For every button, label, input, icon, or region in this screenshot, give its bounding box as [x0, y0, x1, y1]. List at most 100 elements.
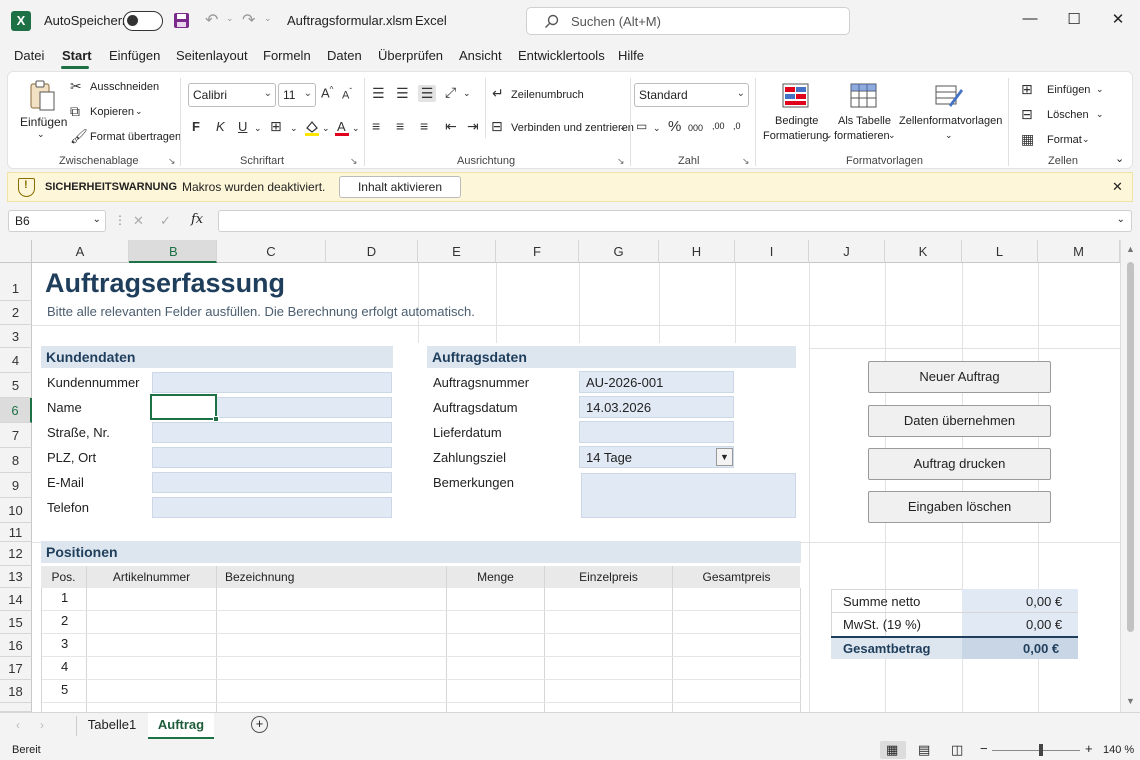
enable-content-button[interactable]: Inhalt aktivieren [339, 176, 461, 198]
cell-styles-dropdown-icon[interactable]: ⌄ [945, 130, 953, 141]
font-name-select[interactable]: Calibri ⌄ [188, 83, 276, 107]
input-email[interactable] [152, 472, 392, 493]
row-header-2[interactable]: 2 [0, 301, 32, 325]
align-center-icon[interactable]: ≡ [396, 118, 404, 134]
confirm-entry-icon[interactable]: ✓ [160, 213, 171, 229]
scrollbar-thumb[interactable] [1127, 262, 1134, 632]
merge-center-label[interactable]: Verbinden und zentrieren [511, 122, 634, 134]
maximize-icon[interactable]: ☐ [1062, 10, 1086, 30]
copy-label[interactable]: Kopieren [90, 106, 134, 118]
new-order-button[interactable]: Neuer Auftrag [868, 361, 1051, 393]
zoom-out-icon[interactable]: − [980, 741, 988, 756]
input-telefon[interactable] [152, 497, 392, 518]
name-box[interactable]: B6 ⌄ [8, 210, 106, 232]
row-header-16[interactable]: 16 [0, 634, 32, 657]
format-cells-dropdown-icon[interactable]: ⌄ [1082, 134, 1090, 145]
column-header-g[interactable]: G [579, 240, 659, 263]
apply-data-button[interactable]: Daten übernehmen [868, 405, 1051, 437]
decrease-decimal-button[interactable]: ,0 [733, 121, 741, 131]
scroll-up-icon[interactable]: ▲ [1126, 244, 1135, 254]
collapse-ribbon-icon[interactable]: ⌄ [1115, 152, 1124, 165]
tab-hilfe[interactable]: Hilfe [618, 48, 644, 63]
expand-formula-icon[interactable]: ⌄ [1117, 214, 1125, 225]
delete-cells-icon[interactable]: ⊟ [1021, 106, 1033, 123]
insert-cells-label[interactable]: Einfügen [1047, 84, 1090, 96]
formula-input[interactable]: ⌄ [218, 210, 1132, 232]
format-painter-icon[interactable]: 🖌 [70, 128, 88, 145]
row-header-9[interactable]: 9 [0, 473, 32, 498]
row-header-8[interactable]: 8 [0, 448, 32, 473]
merge-dropdown-icon[interactable]: ⌄ [619, 122, 627, 133]
column-header-h[interactable]: H [659, 240, 735, 263]
column-header-j[interactable]: J [809, 240, 885, 263]
fill-color-icon[interactable] [304, 119, 320, 137]
select-zahlungsziel[interactable]: 14 Tage ▼ [579, 446, 734, 468]
tab-ansicht[interactable]: Ansicht [459, 48, 502, 63]
column-header-k[interactable]: K [885, 240, 962, 263]
alignment-launcher-icon[interactable]: ↘ [617, 156, 625, 167]
increase-indent-icon[interactable]: ⇥ [467, 118, 479, 135]
orientation-dropdown-icon[interactable]: ⌄ [463, 88, 471, 99]
thousands-button[interactable]: 000 [688, 123, 703, 133]
row-header-11[interactable]: 11 [0, 523, 32, 542]
row-header-3[interactable]: 3 [0, 325, 32, 348]
zoom-slider-track[interactable] [992, 750, 1080, 751]
row-header-4[interactable]: 4 [0, 348, 32, 373]
tab-daten[interactable]: Daten [327, 48, 362, 63]
insert-cells-dropdown-icon[interactable]: ⌄ [1096, 84, 1104, 95]
scroll-down-icon[interactable]: ▼ [1126, 696, 1135, 706]
format-as-table-label-2[interactable]: formatieren [834, 130, 890, 142]
fill-handle[interactable] [213, 416, 219, 422]
tab-entwicklertools[interactable]: Entwicklertools [518, 48, 605, 63]
tab-datei[interactable]: Datei [14, 48, 44, 63]
number-launcher-icon[interactable]: ↘ [742, 156, 750, 167]
row-header-6[interactable]: 6 [0, 398, 32, 423]
row-header-1[interactable]: 1 [0, 263, 32, 301]
number-format-select[interactable]: Standard ⌄ [634, 83, 749, 107]
zoom-slider-thumb[interactable] [1039, 744, 1043, 756]
format-cells-icon[interactable]: ▦ [1021, 131, 1034, 148]
underline-button[interactable]: U [238, 119, 247, 134]
tab-formeln[interactable]: Formeln [263, 48, 311, 63]
conditional-formatting-icon[interactable] [782, 83, 810, 109]
delete-cells-label[interactable]: Löschen [1047, 109, 1089, 121]
underline-dropdown-icon[interactable]: ⌄ [254, 123, 262, 134]
tab-start[interactable]: Start [62, 48, 92, 63]
clear-inputs-button[interactable]: Eingaben löschen [868, 491, 1051, 523]
row-header-15[interactable]: 15 [0, 611, 32, 634]
copy-icon[interactable]: ⧉ [70, 103, 80, 120]
more-options-icon[interactable]: ⋮ [114, 213, 126, 227]
cut-label[interactable]: Ausschneiden [90, 81, 159, 93]
sheet-tab-tabelle1[interactable]: Tabelle1 [80, 713, 144, 739]
align-middle-icon[interactable]: ☰ [396, 85, 409, 102]
font-size-select[interactable]: 11 ⌄ [278, 83, 316, 107]
print-order-button[interactable]: Auftrag drucken [868, 448, 1051, 480]
next-sheet-icon[interactable]: › [40, 718, 44, 732]
vertical-scrollbar[interactable]: ▲ ▼ [1120, 240, 1140, 712]
row-header-18[interactable]: 18 [0, 680, 32, 703]
column-header-e[interactable]: E [418, 240, 496, 263]
copy-dropdown-icon[interactable]: ⌄ [135, 106, 143, 117]
align-right-icon[interactable]: ≡ [420, 118, 428, 134]
autosave-toggle[interactable] [123, 11, 163, 31]
close-window-icon[interactable]: ✕ [1106, 10, 1130, 30]
align-top-icon[interactable]: ☰ [372, 85, 385, 102]
insert-cells-icon[interactable]: ⊞ [1021, 81, 1033, 98]
wrap-text-label[interactable]: Zeilenumbruch [511, 89, 584, 101]
fill-color-dropdown-icon[interactable]: ⌄ [322, 123, 330, 134]
save-icon[interactable] [173, 12, 190, 29]
paste-dropdown-icon[interactable]: ⌄ [37, 129, 45, 140]
tab-einfuegen[interactable]: Einfügen [109, 48, 160, 63]
column-header-c[interactable]: C [217, 240, 326, 263]
paste-label[interactable]: Einfügen [20, 115, 67, 129]
conditional-dropdown-icon[interactable]: ⌄ [825, 130, 833, 141]
format-table-dropdown-icon[interactable]: ⌄ [888, 130, 896, 141]
cell-styles-icon[interactable] [935, 83, 963, 109]
font-color-dropdown-icon[interactable]: ⌄ [352, 123, 360, 134]
cell-styles-label[interactable]: Zellenformatvorlagen [899, 115, 1002, 127]
tab-ueberpruefen[interactable]: Überprüfen [378, 48, 443, 63]
zoom-in-icon[interactable]: + [1085, 741, 1093, 756]
close-warning-icon[interactable]: ✕ [1112, 179, 1123, 195]
insert-function-icon[interactable]: fx [191, 212, 203, 227]
decrease-indent-icon[interactable]: ⇤ [445, 118, 457, 135]
